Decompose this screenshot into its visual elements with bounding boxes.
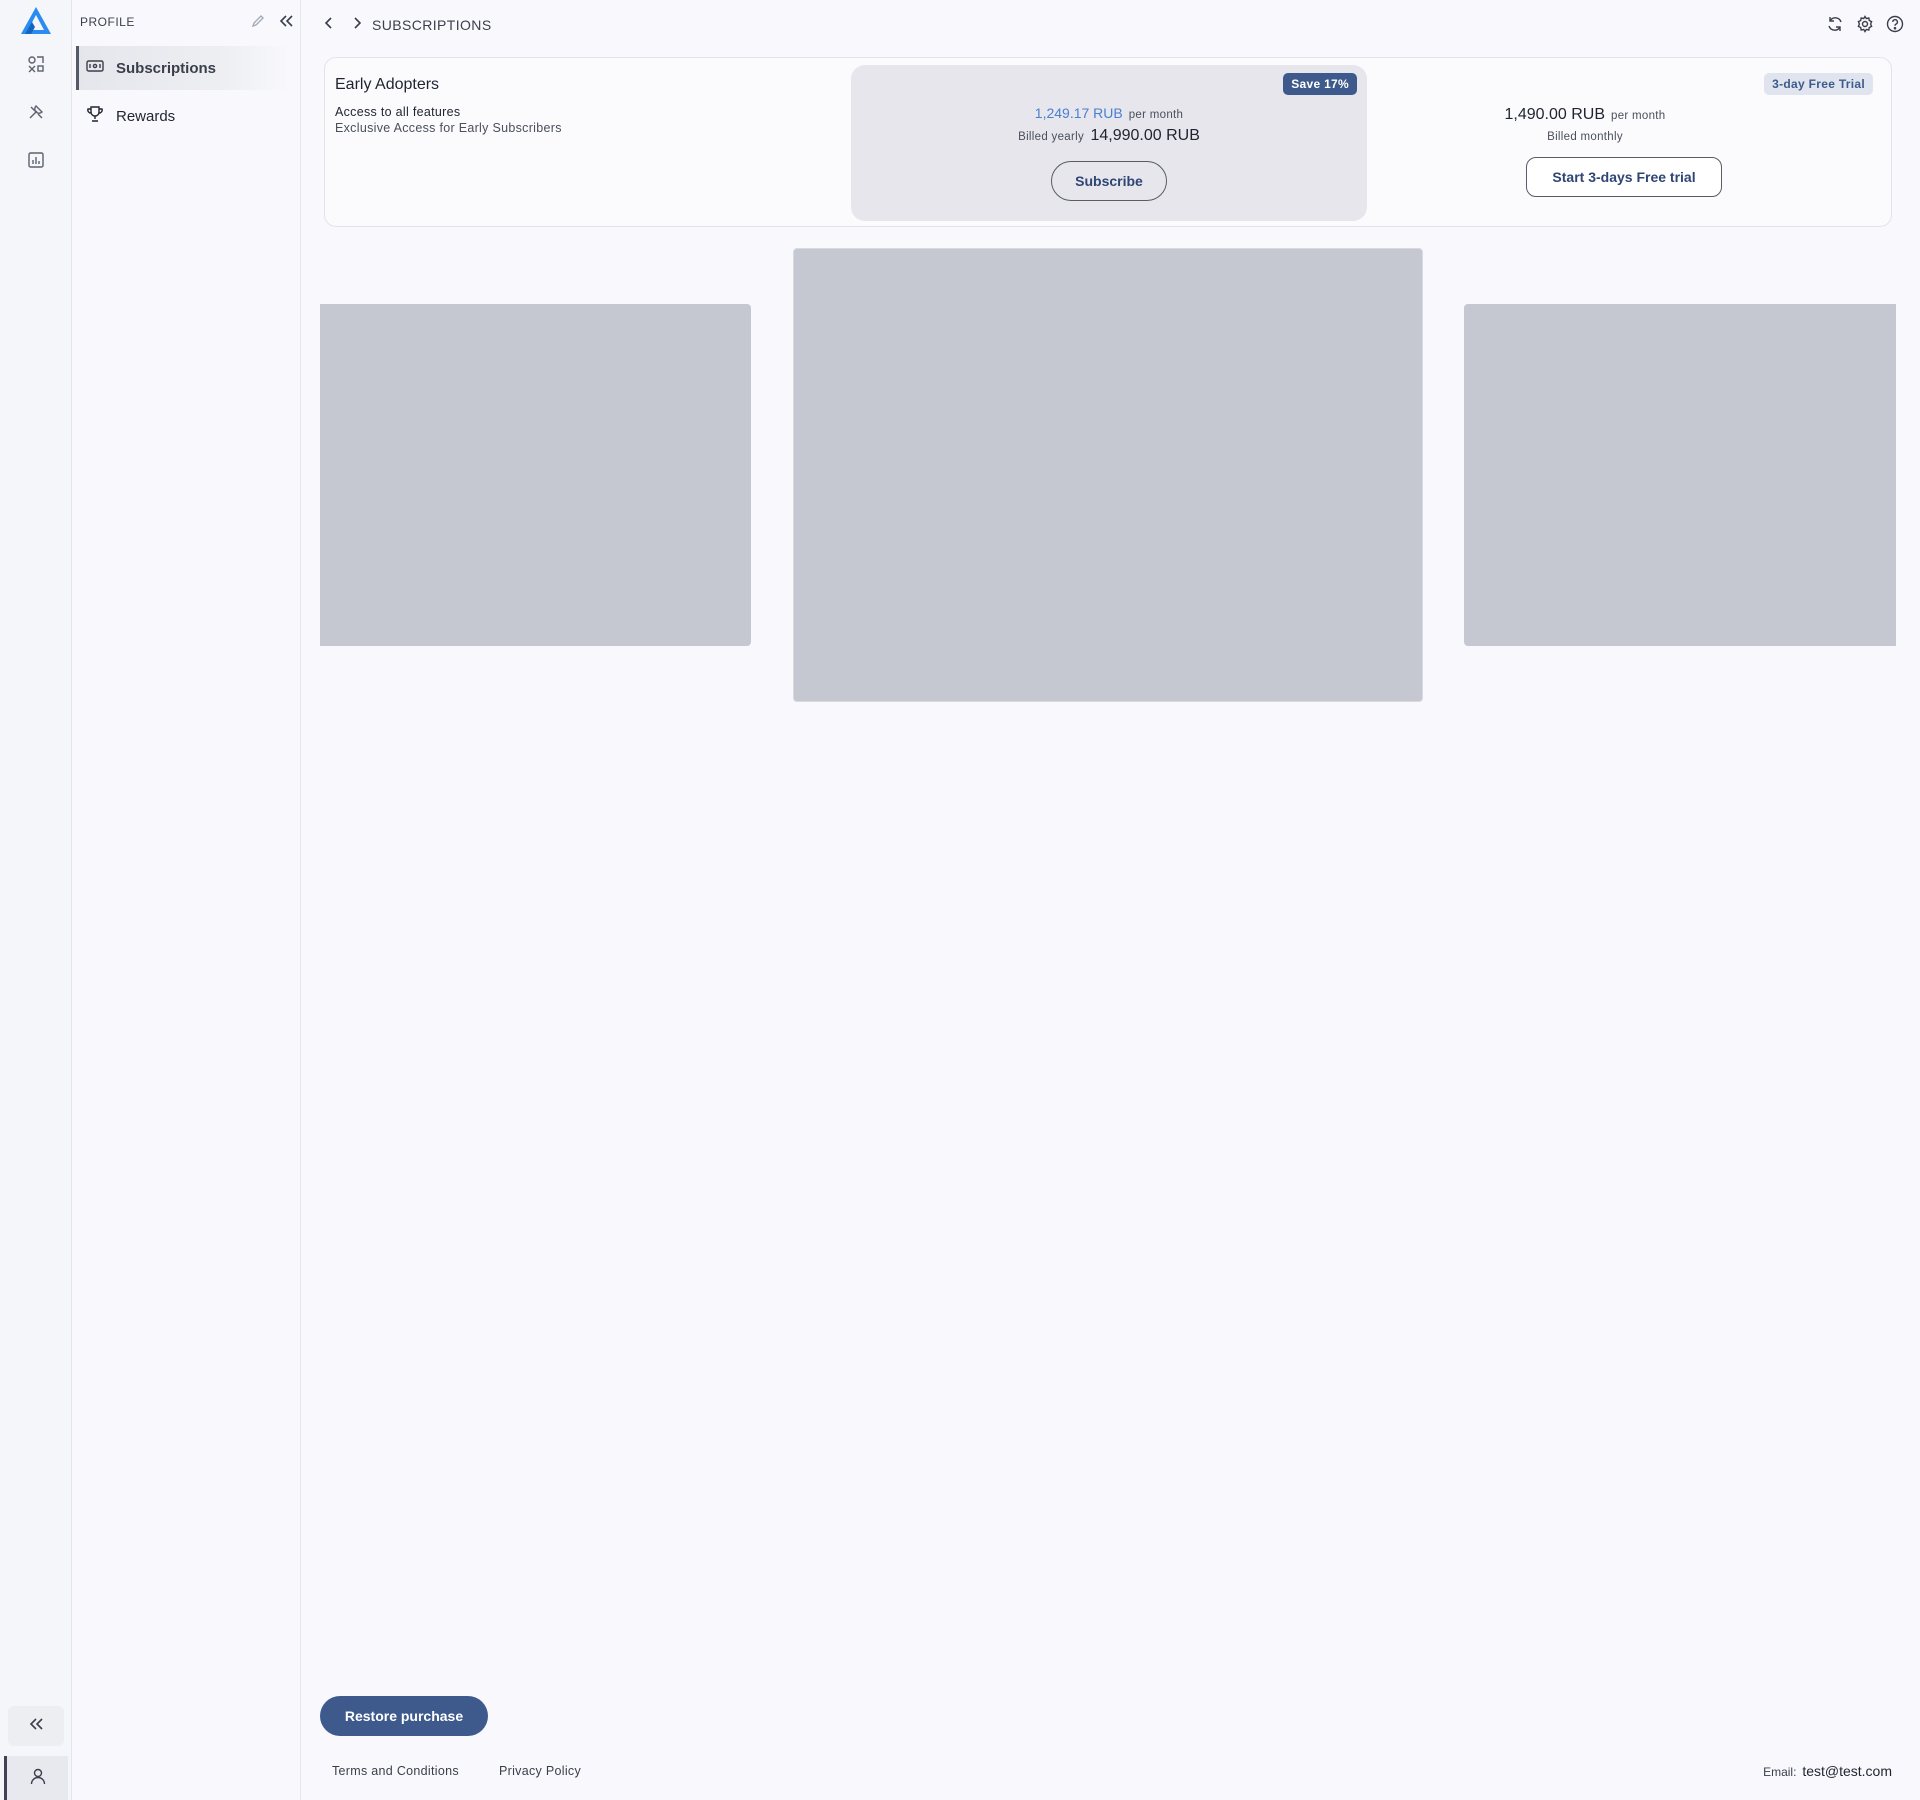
tools-icon[interactable] <box>22 98 50 126</box>
billed-yearly-value: 14,990.00 RUB <box>1090 127 1200 144</box>
sidebar-item-label: Subscriptions <box>116 59 217 77</box>
start-free-trial-button[interactable]: Start 3-days Free trial <box>1526 157 1722 197</box>
monthly-price-row: 1,490.00 RUB per month <box>1435 106 1735 124</box>
sidebar-header: PROFILE <box>80 12 293 32</box>
shapes-icon[interactable] <box>22 50 50 78</box>
carousel-slide-previous[interactable] <box>320 304 751 646</box>
user-icon <box>29 1767 47 1790</box>
app-logo-icon[interactable] <box>20 6 52 36</box>
save-badge: Save 17% <box>1283 73 1357 95</box>
back-arrow-icon[interactable] <box>322 16 336 35</box>
plan-name: Early Adopters <box>335 76 440 93</box>
pencil-icon[interactable] <box>251 14 265 33</box>
terms-link[interactable]: Terms and Conditions <box>332 1764 459 1778</box>
refresh-icon[interactable] <box>1826 15 1844 38</box>
top-bar: SUBSCRIPTIONS <box>302 0 1920 50</box>
free-trial-badge: 3-day Free Trial <box>1764 73 1873 95</box>
yearly-monthly-price-row: 1,249.17 RUB per month <box>851 105 1367 121</box>
restore-purchase-button[interactable]: Restore purchase <box>320 1696 488 1736</box>
monthly-price: 1,490.00 RUB <box>1504 106 1606 123</box>
sidebar-item-label: Rewards <box>116 107 176 125</box>
icon-rail <box>0 0 72 1800</box>
profile-sidebar: PROFILE Subscriptions Rewards <box>72 0 301 1800</box>
chart-icon[interactable] <box>22 146 50 174</box>
email-label: Email: <box>1763 1765 1797 1779</box>
rail-collapse-button[interactable] <box>8 1706 64 1746</box>
sidebar-item-subscriptions[interactable]: Subscriptions <box>76 46 289 90</box>
yearly-billed-row: Billed yearly 14,990.00 RUB <box>851 127 1367 145</box>
double-chevron-left-icon[interactable] <box>279 14 293 32</box>
email-value: test@test.com <box>1802 1763 1892 1779</box>
yearly-option[interactable]: Save 17% 1,249.17 RUB per month Billed ye… <box>851 65 1367 221</box>
ticket-icon <box>86 59 104 77</box>
app-root: PROFILE Subscriptions Rewards SUBSCRIPTI… <box>0 0 1920 1800</box>
plan-card: Early Adopters Access to all features Ex… <box>324 57 1892 227</box>
billed-yearly-label: Billed yearly <box>1018 131 1085 143</box>
privacy-link[interactable]: Privacy Policy <box>499 1764 581 1778</box>
help-icon[interactable] <box>1886 15 1904 38</box>
carousel-slide-next[interactable] <box>1464 304 1896 646</box>
plan-subtitle: Exclusive Access for Early Subscribers <box>335 121 562 135</box>
double-chevron-left-icon <box>29 1717 43 1735</box>
breadcrumb: SUBSCRIPTIONS <box>372 17 492 33</box>
trophy-icon <box>86 106 104 126</box>
carousel-slide-current[interactable] <box>793 248 1423 702</box>
sidebar-title: PROFILE <box>80 15 135 29</box>
forward-arrow-icon[interactable] <box>350 16 364 35</box>
gear-icon[interactable] <box>1856 15 1874 38</box>
billed-monthly-label: Billed monthly <box>1547 131 1623 143</box>
sidebar-item-rewards[interactable]: Rewards <box>76 94 289 138</box>
account-email: Email: test@test.com <box>1763 1763 1892 1779</box>
plan-features: Access to all features <box>335 105 461 119</box>
profile-button[interactable] <box>4 1756 68 1800</box>
per-month-label: per month <box>1128 109 1184 121</box>
subscribe-button[interactable]: Subscribe <box>1051 161 1167 201</box>
yearly-monthly-price: 1,249.17 RUB <box>1034 105 1123 121</box>
per-month-label: per month <box>1611 110 1666 122</box>
